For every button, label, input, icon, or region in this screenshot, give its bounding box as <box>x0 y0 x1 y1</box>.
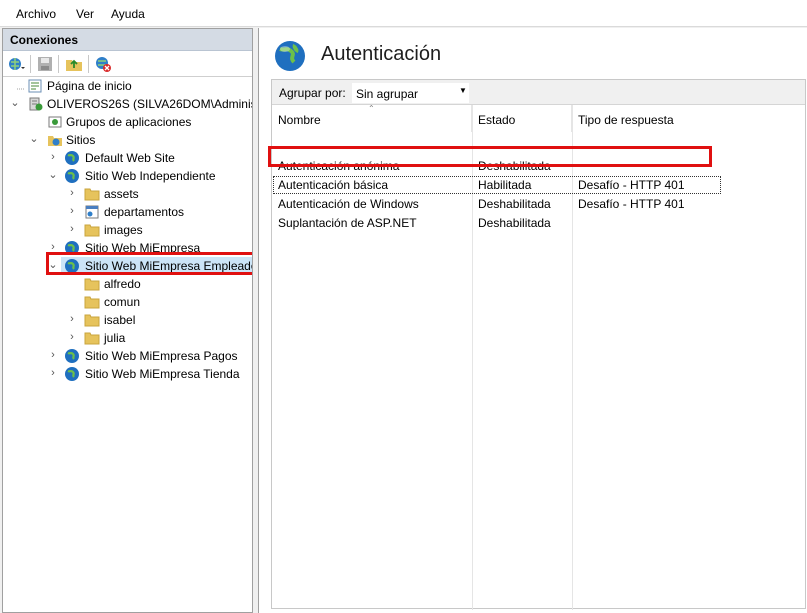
cell-nombre: Suplantación de ASP.NET <box>278 216 417 230</box>
menu-ayuda[interactable]: Ayuda <box>111 7 145 21</box>
tree-node-label: Grupos de aplicaciones <box>66 115 192 129</box>
tree-node-comun[interactable]: comun <box>3 293 252 311</box>
tree-node-isabel[interactable]: › isabel <box>3 311 252 329</box>
tree-node-images[interactable]: › images <box>3 221 252 239</box>
column-header-tipo-respuesta[interactable]: Tipo de respuesta <box>572 105 805 132</box>
connections-panel: Conexiones Página de inicio ⌄ OLIVEROS26… <box>2 28 253 613</box>
tree-node-app-pools[interactable]: Grupos de aplicaciones <box>3 113 252 131</box>
table-row-selected[interactable]: Autenticación básica Habilitada Desafío … <box>272 176 805 195</box>
page-title: Autenticación <box>321 43 442 65</box>
tree-node-label: Sitio Web MiEmpresa Tienda <box>85 367 240 381</box>
toolbar-separator <box>58 55 59 73</box>
folder-icon <box>84 278 100 291</box>
disconnect-icon[interactable] <box>94 55 112 73</box>
column-header-label: Estado <box>478 113 516 127</box>
table-row[interactable]: Autenticación de Windows Deshabilitada D… <box>272 195 805 214</box>
toolbar-separator <box>30 55 31 73</box>
tree-node-label: assets <box>104 187 139 201</box>
column-header-label: Nombre <box>278 113 321 127</box>
server-icon <box>29 97 43 111</box>
globe-icon <box>65 169 79 183</box>
tree-node-label: julia <box>104 331 126 345</box>
tree-node-label: comun <box>104 295 141 309</box>
folder-icon <box>84 224 100 237</box>
group-by-value: Sin agrupar <box>356 87 419 101</box>
tree-node-default-web-site[interactable]: › Default Web Site <box>3 149 252 167</box>
group-by-bar: Agrupar por: Sin agrupar ▼ <box>272 80 805 105</box>
globe-icon <box>65 151 79 165</box>
tree-node-label: Sitio Web MiEmpresa Pagos <box>85 349 238 363</box>
folder-icon <box>84 188 100 201</box>
sort-ascending-icon: ⌃ <box>368 104 375 113</box>
connections-header: Conexiones <box>3 29 252 51</box>
tree-node-alfredo[interactable]: alfredo <box>3 275 252 293</box>
chevron-right-icon[interactable]: › <box>66 186 78 200</box>
tree-node-label: Sitio Web Independiente <box>85 169 216 183</box>
tree-node-departamentos[interactable]: › departamentos <box>3 203 252 221</box>
column-header-estado[interactable]: Estado <box>472 105 572 132</box>
chevron-right-icon[interactable]: › <box>66 330 78 344</box>
menu-archivo[interactable]: Archivo <box>16 7 56 21</box>
group-by-select[interactable]: Sin agrupar ▼ <box>352 83 469 103</box>
cell-estado: Habilitada <box>478 178 532 192</box>
tree-node-sitio-independiente[interactable]: ⌄ Sitio Web Independiente <box>3 167 252 185</box>
tree-node-label: Sitios <box>66 133 96 147</box>
tree-node-sites[interactable]: ⌄ Sitios <box>3 131 252 149</box>
connect-icon[interactable] <box>7 55 25 73</box>
toolbar-separator <box>88 55 89 73</box>
chevron-right-icon[interactable]: › <box>66 312 78 326</box>
tree-node-sitio-miempresa-tienda[interactable]: › Sitio Web MiEmpresa Tienda <box>3 365 252 383</box>
start-page-icon <box>28 79 42 93</box>
chevron-right-icon[interactable]: › <box>47 348 59 362</box>
chevron-right-icon[interactable]: › <box>66 222 78 236</box>
folder-icon <box>84 314 100 327</box>
tree-node-server[interactable]: ⌄ OLIVEROS26S (SILVA26DOM\Administra <box>3 95 252 113</box>
connections-toolbar <box>3 51 252 77</box>
cell-tipo-respuesta: Desafío - HTTP 401 <box>578 178 685 192</box>
globe-icon <box>275 41 305 71</box>
tree-node-label: alfredo <box>104 277 141 291</box>
tree-node-label: departamentos <box>104 205 185 219</box>
cell-nombre: Autenticación de Windows <box>278 197 419 211</box>
highlight-box-site <box>46 252 252 275</box>
chevron-down-icon[interactable]: ⌄ <box>9 96 21 110</box>
tree-node-start-page[interactable]: Página de inicio <box>3 77 252 95</box>
cell-estado: Deshabilitada <box>478 197 551 211</box>
up-folder-icon[interactable] <box>65 55 83 73</box>
app-folder-icon <box>85 205 99 219</box>
cell-nombre: Autenticación básica <box>278 178 389 192</box>
tree-node-sitio-miempresa-pagos[interactable]: › Sitio Web MiEmpresa Pagos <box>3 347 252 365</box>
tree-node-label: images <box>104 223 143 237</box>
folder-icon <box>84 332 100 345</box>
tree-node-assets[interactable]: › assets <box>3 185 252 203</box>
globe-icon <box>65 349 79 363</box>
chevron-down-icon[interactable]: ⌄ <box>47 168 59 182</box>
sites-folder-icon <box>48 136 62 146</box>
globe-icon <box>65 367 79 381</box>
save-icon[interactable] <box>36 55 54 73</box>
cell-tipo-respuesta: Desafío - HTTP 401 <box>578 197 685 211</box>
cell-estado: Deshabilitada <box>478 216 551 230</box>
tree-node-julia[interactable]: › julia <box>3 329 252 347</box>
table-row[interactable]: Suplantación de ASP.NET Deshabilitada <box>272 214 805 233</box>
feature-panel: Autenticación Agrupar por: Sin agrupar ▼… <box>258 28 807 613</box>
tree-node-label: isabel <box>104 313 136 327</box>
chevron-right-icon[interactable]: › <box>66 204 78 218</box>
tree-node-label: OLIVEROS26S (SILVA26DOM\Administra <box>47 97 252 111</box>
dropdown-arrow-icon: ▼ <box>459 86 467 95</box>
connections-tree: Página de inicio ⌄ OLIVEROS26S (SILVA26D… <box>3 77 252 612</box>
chevron-down-icon[interactable]: ⌄ <box>28 132 40 146</box>
folder-icon <box>84 296 100 309</box>
menu-bar: Archivo Ver Ayuda <box>0 0 807 27</box>
tree-node-label: Página de inicio <box>47 79 132 93</box>
app-pool-icon <box>48 116 62 128</box>
tree-node-label: Default Web Site <box>85 151 175 165</box>
connections-title: Conexiones <box>10 33 79 47</box>
group-by-label: Agrupar por: <box>279 86 346 100</box>
menu-ver[interactable]: Ver <box>76 7 94 21</box>
chevron-right-icon[interactable]: › <box>47 150 59 164</box>
column-header-label: Tipo de respuesta <box>578 113 674 127</box>
highlight-box-row <box>268 146 712 167</box>
chevron-right-icon[interactable]: › <box>47 366 59 380</box>
